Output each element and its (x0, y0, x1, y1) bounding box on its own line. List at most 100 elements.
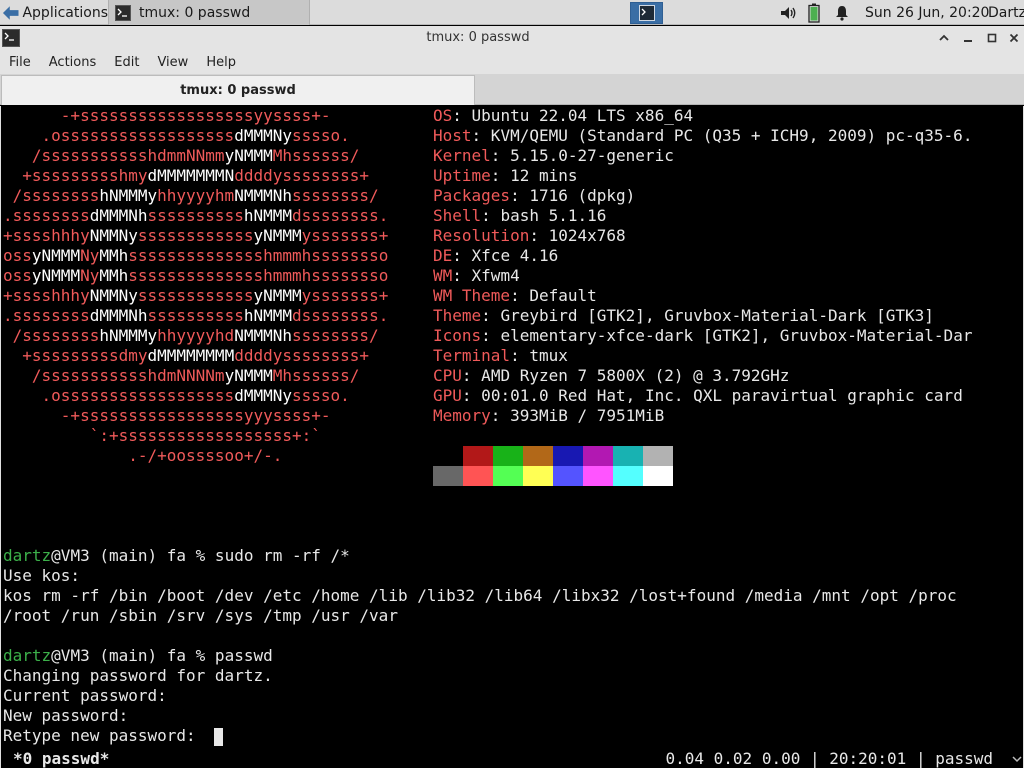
menu-view[interactable]: View (148, 55, 197, 70)
info-value: 1716 (dpkg) (519, 186, 636, 205)
color-swatch (523, 466, 553, 486)
menu-actions[interactable]: Actions (40, 55, 106, 70)
color-swatch (493, 466, 523, 486)
terminal-output-line: New password: (3, 706, 129, 725)
color-swatch (613, 446, 643, 466)
notification-bell-icon[interactable] (834, 0, 850, 25)
neofetch-logo-line: ossyNMMMNyMMhsssssssssssssshmmmhssssssso (3, 266, 389, 285)
neofetch-logo-line: /ssssssssssshdmmNNmmyNMMMMhssssss/ (3, 146, 360, 165)
panel-user-menu[interactable]: Dartz (988, 0, 1024, 25)
terminal-output-line: kos rm -rf /bin /boot /dev /etc /home /l… (3, 586, 957, 605)
color-palette-row (433, 446, 673, 466)
neofetch-logo-line: `:+ssssssssssssssssss+:` (3, 426, 321, 445)
applications-icon (2, 5, 19, 20)
terminal-line-prompt1: dartz@VM3 (main) fa % sudo rm -rf /* (3, 546, 350, 566)
info-value: Xfce 4.16 (461, 246, 559, 265)
terminal-output-line: Changing password for dartz. (3, 666, 273, 685)
volume-icon[interactable] (780, 0, 798, 25)
close-button[interactable] (1006, 30, 1022, 46)
neofetch-info-line: GPU: 00:01.0 Red Hat, Inc. QXL paravirtu… (433, 386, 963, 405)
color-swatch (643, 446, 673, 466)
taskbar-window-button[interactable]: tmux: 0 passwd (108, 0, 310, 25)
prompt-user: dartz (3, 546, 52, 565)
neofetch-logo-line: +sssssssssdmydMMMMMMMMddddyssssssss+ (3, 346, 370, 365)
info-value: Xfwm4 (461, 266, 520, 285)
neofetch-info-line: Uptime: 12 mins (433, 166, 578, 185)
info-key: GPU (433, 386, 462, 405)
scroll-down-icon[interactable] (1011, 750, 1023, 768)
roll-up-button[interactable] (936, 30, 952, 46)
text-cursor (214, 728, 223, 746)
neofetch-logo-line: .ossssssssssssssssssdMMMNysssso. (3, 126, 350, 145)
panel-clock[interactable]: Sun 26 Jun, 20:20 (865, 0, 989, 25)
info-key: Packages (433, 186, 511, 205)
battery-icon[interactable] (808, 0, 820, 25)
window-title: tmux: 0 passwd (426, 30, 530, 45)
color-swatch (493, 446, 523, 466)
color-swatch (433, 446, 463, 466)
tmux-window-label[interactable]: *0 passwd* (13, 750, 109, 768)
info-value: 00:01.0 Red Hat, Inc. QXL paravirtual gr… (471, 386, 963, 405)
minimize-button[interactable] (960, 30, 976, 46)
terminal-output-line: /root /run /sbin /srv /sys /tmp /usr /va… (3, 606, 398, 625)
tab-tmux-passwd[interactable]: tmux: 0 passwd (1, 75, 475, 105)
applications-menu-button[interactable]: Applications (0, 0, 108, 25)
terminal-view[interactable]: -+ssssssssssssssssssyyssss+- .osssssssss… (0, 106, 1024, 768)
color-swatch (523, 446, 553, 466)
color-swatch (583, 466, 613, 486)
menu-file[interactable]: File (0, 55, 40, 70)
info-value: Default (519, 286, 597, 305)
info-value: 12 mins (500, 166, 578, 185)
neofetch-logo-line: +sssshhhyNMMNyssssssssssssyNMMMysssssss+ (3, 226, 389, 245)
info-value: elementary-xfce-dark [GTK2], Gruvbox-Mat… (490, 326, 973, 345)
info-value: KVM/QEMU (Standard PC (Q35 + ICH9, 2009)… (481, 126, 973, 145)
info-value: 5.15.0-27-generic (500, 146, 674, 165)
info-key: WM Theme (433, 286, 511, 305)
color-palette-row (433, 466, 673, 486)
color-swatch (463, 446, 493, 466)
color-swatch (583, 446, 613, 466)
window-titlebar[interactable]: tmux: 0 passwd (0, 26, 1024, 50)
applications-label: Applications (22, 4, 108, 21)
info-value: 1024x768 (538, 226, 626, 245)
info-value: AMD Ryzen 7 5800X (2) @ 3.792GHz (471, 366, 790, 385)
terminal-line-prompt2: dartz@VM3 (main) fa % passwd (3, 646, 273, 666)
prompt-command: @VM3 (main) fa % sudo rm -rf /* (51, 546, 350, 565)
tmux-status-bar: *0 passwd* 0.04 0.02 0.00 | 20:20:01 | p… (1, 750, 1023, 768)
neofetch-logo-line: +sssshhhyNMMNyssssssssssssyNMMMysssssss+ (3, 286, 389, 305)
neofetch-info-line: Memory: 393MiB / 7951MiB (433, 406, 665, 425)
neofetch-logo-line: +ssssssssshmydMMMMMMMNddddyssssssss+ (3, 166, 370, 185)
maximize-button[interactable] (984, 30, 1000, 46)
menubar: File Actions Edit View Help (0, 50, 1024, 74)
top-panel: Applications tmux: 0 passwd Sun 26 Jun, … (0, 0, 1024, 25)
terminal-icon (638, 5, 655, 21)
terminal-output-line: Current password: (3, 686, 167, 705)
workspace-switcher[interactable] (630, 2, 663, 24)
info-key: Memory (433, 406, 491, 425)
tab-bar: tmux: 0 passwd (0, 74, 1024, 105)
neofetch-logo-line: /sssssssshNMMMyhhyyyyhdNMMMNhssssssss/ (3, 326, 379, 345)
info-key: Uptime (433, 166, 491, 185)
info-key: OS (433, 106, 453, 125)
menu-edit[interactable]: Edit (105, 55, 148, 70)
color-swatch (463, 466, 493, 486)
neofetch-info-line: WM Theme: Default (433, 286, 597, 305)
color-swatch (433, 466, 463, 486)
color-swatch (553, 466, 583, 486)
neofetch-info-line: OS: Ubuntu 22.04 LTS x86_64 (433, 106, 694, 125)
neofetch-info-line: Host: KVM/QEMU (Standard PC (Q35 + ICH9,… (433, 126, 973, 145)
info-key: Kernel (433, 146, 491, 165)
neofetch-info-line: Resolution: 1024x768 (433, 226, 626, 245)
tmux-status-right: 0.04 0.02 0.00 | 20:20:01 | passwd (665, 749, 993, 768)
info-key: Resolution (433, 226, 530, 245)
info-key: DE (433, 246, 453, 265)
color-swatch (553, 446, 583, 466)
neofetch-logo-line: .-/+oossssoo+/-. (3, 446, 283, 465)
info-key: CPU (433, 366, 462, 385)
info-key: Shell (433, 206, 482, 225)
info-key: Terminal (433, 346, 511, 365)
menu-help[interactable]: Help (197, 55, 245, 70)
neofetch-info-line: Shell: bash 5.1.16 (433, 206, 607, 225)
info-value: tmux (519, 346, 568, 365)
prompt-command: @VM3 (main) fa % passwd (51, 646, 273, 665)
